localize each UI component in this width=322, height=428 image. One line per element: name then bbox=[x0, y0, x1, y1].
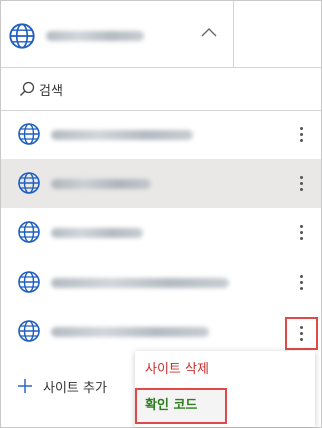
plus-icon bbox=[18, 379, 32, 393]
site-list-item[interactable] bbox=[1, 110, 321, 159]
add-site-label: 사이트 추가 bbox=[43, 381, 107, 396]
globe-icon bbox=[18, 172, 40, 194]
site-list-item[interactable] bbox=[1, 258, 321, 307]
search-icon bbox=[20, 81, 35, 96]
more-options-button[interactable] bbox=[291, 268, 311, 296]
site-list-item[interactable] bbox=[1, 159, 321, 208]
site-name bbox=[51, 179, 151, 189]
globe-icon bbox=[18, 221, 40, 243]
site-name bbox=[51, 228, 143, 238]
search-label: 검색 bbox=[39, 84, 63, 99]
globe-icon bbox=[18, 271, 40, 293]
site-picker-panel: 검색 사이트 추가 사이트 삭제 확인 코드 bbox=[0, 0, 322, 428]
site-list-item[interactable] bbox=[1, 208, 321, 257]
site-selector-header[interactable] bbox=[1, 1, 321, 68]
globe-icon bbox=[18, 320, 40, 342]
more-options-button[interactable] bbox=[291, 169, 311, 197]
site-name bbox=[51, 327, 209, 337]
more-options-button[interactable] bbox=[291, 218, 311, 246]
add-site-button[interactable]: 사이트 추가 bbox=[1, 369, 131, 403]
globe-icon bbox=[9, 23, 35, 49]
current-site-name bbox=[46, 31, 144, 41]
site-name bbox=[51, 130, 193, 140]
search-box[interactable]: 검색 bbox=[1, 68, 321, 111]
delete-site-menu-item[interactable]: 사이트 삭제 bbox=[135, 353, 315, 387]
current-site-selector[interactable] bbox=[1, 1, 234, 67]
site-list-item[interactable] bbox=[1, 307, 321, 356]
site-context-menu: 사이트 삭제 확인 코드 bbox=[135, 351, 315, 427]
chevron-down-icon[interactable] bbox=[200, 26, 218, 40]
site-name bbox=[51, 278, 229, 288]
more-options-button[interactable] bbox=[291, 120, 311, 148]
more-options-button[interactable] bbox=[285, 317, 318, 350]
globe-icon bbox=[18, 123, 40, 145]
verification-code-menu-item[interactable]: 확인 코드 bbox=[135, 388, 227, 424]
